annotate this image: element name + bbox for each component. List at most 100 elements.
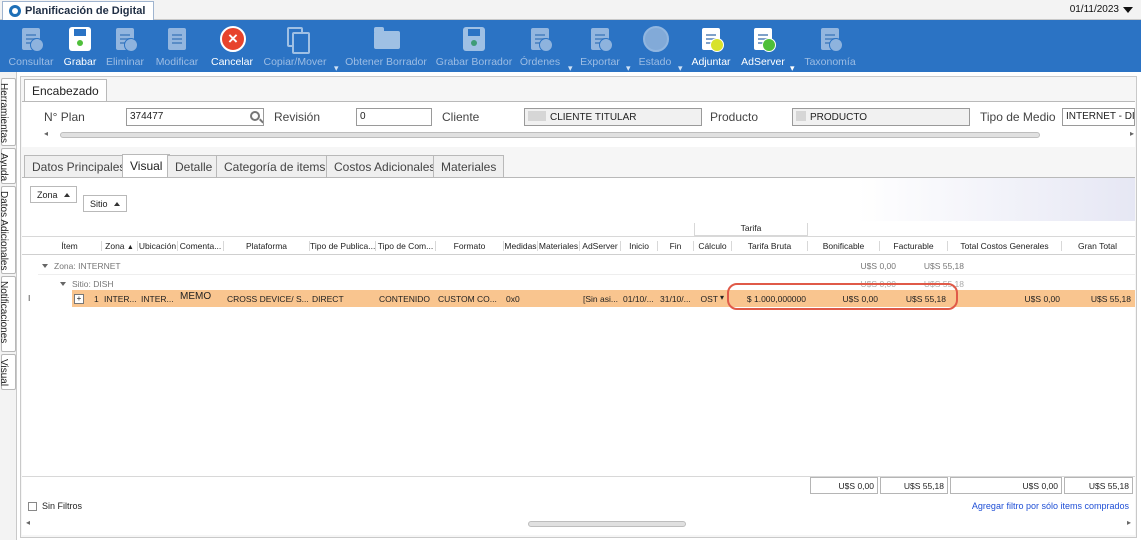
- group-zona-button[interactable]: Zona: [30, 186, 77, 203]
- col-tarifa-bruta[interactable]: Tarifa Bruta: [732, 241, 808, 251]
- estado-dropdown-icon[interactable]: ▾: [678, 63, 683, 74]
- exportar-button[interactable]: Exportar: [580, 20, 620, 72]
- producto-field[interactable]: PRODUCTO: [792, 108, 970, 126]
- col-tipo-compra[interactable]: Tipo de Com...: [376, 241, 436, 251]
- tab-datos-principales[interactable]: Datos Principales: [24, 155, 134, 177]
- consultar-button[interactable]: Consultar: [8, 20, 54, 72]
- adjuntar-button[interactable]: Adjuntar: [690, 20, 732, 72]
- tipo-medio-field[interactable]: INTERNET - DIGI: [1062, 108, 1135, 126]
- cancelar-button[interactable]: × Cancelar: [210, 20, 254, 72]
- cancel-icon: ×: [217, 24, 247, 54]
- header-scroll-thumb[interactable]: [60, 132, 1040, 138]
- add-filter-link[interactable]: Agregar filtro por sólo items comprados: [972, 501, 1129, 511]
- header-fields: N° Plan 374477 Revisión 0 Cliente CLIENT…: [22, 101, 1135, 147]
- col-tipo-publicacion[interactable]: Tipo de Publica...: [310, 241, 376, 251]
- scroll-right-icon[interactable]: ▸: [1127, 518, 1131, 527]
- date-dropdown-icon[interactable]: [1123, 7, 1133, 13]
- revision-label: Revisión: [274, 110, 321, 124]
- header-scrollbar[interactable]: ◂ ▸: [44, 129, 1134, 140]
- side-tab-herramientas[interactable]: Herramientas: [0, 78, 16, 146]
- document-tab[interactable]: Planificación de Digital: [2, 1, 155, 20]
- col-bonificable[interactable]: Bonificable: [808, 241, 880, 251]
- grid-scrollbar[interactable]: ◂ ▸: [26, 518, 1131, 529]
- col-item[interactable]: Ítem: [38, 241, 102, 251]
- edit-document-icon: [162, 24, 192, 54]
- table-row[interactable]: I + 1 INTER... INTER... MEMO CROSS DEVIC…: [22, 290, 1135, 307]
- export-icon: [585, 24, 615, 54]
- column-header-row: Ítem Zona ▲ Ubicación Comenta... Platafo…: [22, 236, 1135, 255]
- col-total-costos[interactable]: Total Costos Generales: [948, 241, 1062, 251]
- plan-number-field[interactable]: 374477: [126, 108, 264, 126]
- col-plataforma[interactable]: Plataforma: [224, 241, 310, 251]
- group-row-zona[interactable]: Zona: INTERNET U$S 0,00 U$S 55,18: [38, 257, 1135, 275]
- tab-encabezado[interactable]: Encabezado: [24, 79, 107, 102]
- grabar-borrador-button[interactable]: Grabar Borrador: [436, 20, 512, 72]
- cliente-label: Cliente: [442, 110, 480, 124]
- orders-icon: [525, 24, 555, 54]
- copiar-dropdown-icon[interactable]: ▾: [334, 63, 339, 74]
- scroll-left-icon[interactable]: ◂: [44, 129, 48, 138]
- taxonomy-icon: [815, 24, 845, 54]
- group-sitio-button[interactable]: Sitio: [83, 195, 127, 212]
- taxonomia-button[interactable]: Taxonomía: [804, 20, 856, 72]
- side-tab-notificaciones[interactable]: Notificaciones: [0, 276, 16, 352]
- scroll-right-icon[interactable]: ▸: [1130, 129, 1134, 138]
- document-tab-title: Planificación de Digital: [25, 5, 146, 17]
- ordenes-dropdown-icon[interactable]: ▾: [568, 63, 573, 74]
- obtener-borrador-button[interactable]: Obtener Borrador: [345, 20, 427, 72]
- plan-label: N° Plan: [44, 110, 85, 124]
- exportar-dropdown-icon[interactable]: ▾: [626, 63, 631, 74]
- folder-icon: [371, 24, 401, 54]
- col-calculo[interactable]: Cálculo: [694, 241, 732, 251]
- tab-detalle[interactable]: Detalle: [167, 155, 221, 177]
- col-fin[interactable]: Fin: [658, 241, 694, 251]
- col-adserver[interactable]: AdServer: [580, 241, 621, 251]
- visual-grid: Zona Sitio Tarifa Ítem Zona ▲ Ubicación …: [22, 177, 1135, 535]
- highlight-callout: [727, 283, 958, 310]
- col-zona[interactable]: Zona ▲: [102, 241, 138, 251]
- grabar-button[interactable]: Grabar: [62, 20, 98, 72]
- client-avatar: [528, 111, 546, 121]
- col-comentario[interactable]: Comenta...: [178, 241, 224, 251]
- app-logo-icon: [9, 5, 21, 17]
- estado-button[interactable]: Estado: [638, 20, 672, 72]
- scroll-left-icon[interactable]: ◂: [26, 518, 30, 527]
- attach-icon: [696, 24, 726, 54]
- adserver-dropdown-icon[interactable]: ▾: [790, 63, 795, 74]
- toolbar: Consultar Grabar Eliminar Modificar × Ca…: [0, 20, 1141, 74]
- sin-filtros-checkbox[interactable]: [28, 502, 37, 511]
- revision-field[interactable]: 0: [356, 108, 432, 126]
- tab-categoria-items[interactable]: Categoría de items: [216, 155, 334, 177]
- status-globe-icon: [640, 24, 670, 54]
- col-formato[interactable]: Formato: [436, 241, 504, 251]
- tab-materiales[interactable]: Materiales: [433, 155, 505, 177]
- search-document-icon: [16, 24, 46, 54]
- sort-asc-icon: ▲: [126, 244, 134, 251]
- collapse-icon[interactable]: [60, 282, 66, 286]
- row-indicator: I: [28, 293, 31, 303]
- side-tab-visual[interactable]: Visual: [0, 354, 16, 390]
- search-icon[interactable]: [250, 111, 260, 121]
- collapse-icon[interactable]: [42, 264, 48, 268]
- eliminar-button[interactable]: Eliminar: [104, 20, 146, 72]
- adserver-button[interactable]: AdServer: [741, 20, 785, 72]
- col-facturable[interactable]: Facturable: [880, 241, 948, 251]
- col-inicio[interactable]: Inicio: [621, 241, 658, 251]
- producto-label: Producto: [710, 110, 759, 124]
- tab-visual[interactable]: Visual: [122, 154, 171, 177]
- col-gran-total[interactable]: Gran Total: [1062, 241, 1133, 251]
- col-ubicacion[interactable]: Ubicación: [138, 241, 178, 251]
- modificar-button[interactable]: Modificar: [154, 20, 200, 72]
- side-tab-datos-adicionales[interactable]: Datos Adicionales: [0, 186, 16, 274]
- tipo-medio-label: Tipo de Medio: [980, 110, 1056, 124]
- ordenes-button[interactable]: Órdenes: [520, 20, 560, 72]
- expand-row-icon[interactable]: +: [74, 294, 84, 304]
- side-tab-ayuda[interactable]: Ayuda: [0, 148, 16, 184]
- grid-scroll-thumb[interactable]: [528, 521, 686, 527]
- col-materiales[interactable]: Materiales: [538, 241, 580, 251]
- cliente-field[interactable]: CLIENTE TITULAR: [524, 108, 702, 126]
- date-display: 01/11/2023: [1069, 4, 1119, 15]
- col-medidas[interactable]: Medidas: [504, 241, 538, 251]
- tab-costos-adicionales[interactable]: Costos Adicionales: [326, 155, 444, 177]
- copiar-mover-button[interactable]: Copiar/Mover: [262, 20, 328, 72]
